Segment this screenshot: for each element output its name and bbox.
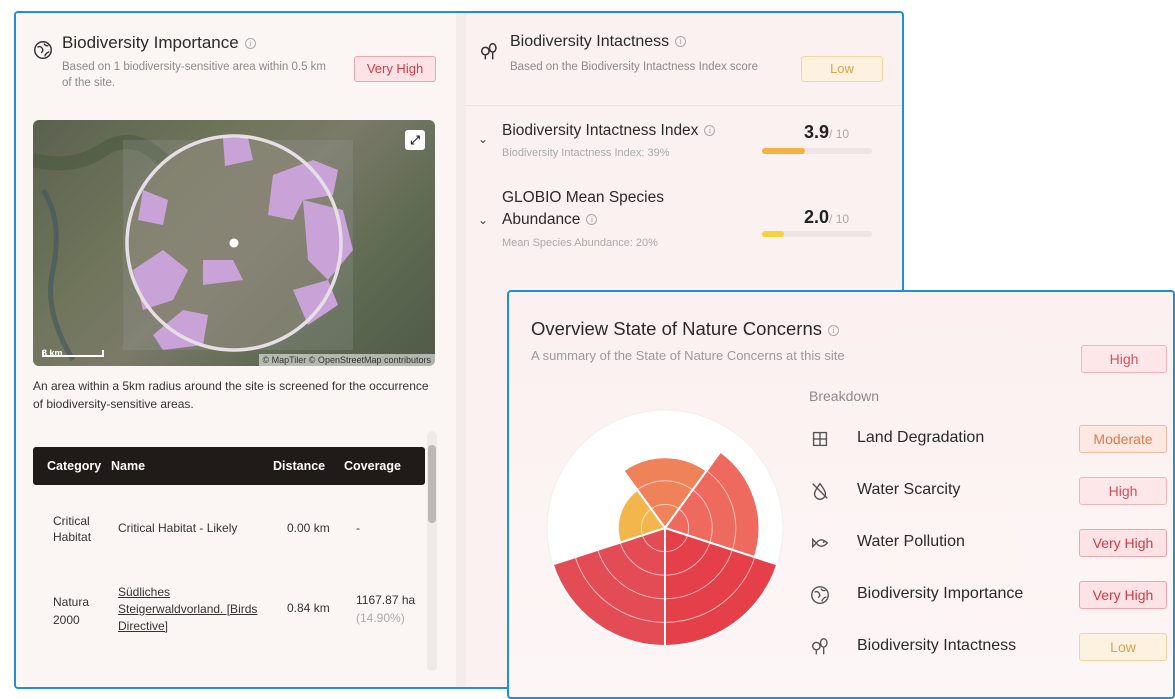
breakdown-item-label: Biodiversity Intactness	[857, 637, 1017, 654]
chevron-down-icon[interactable]: ⌄	[478, 132, 488, 146]
importance-title: Biodiversity Importance i	[62, 33, 256, 53]
trees-icon	[481, 43, 497, 60]
cell-name-link[interactable]: Südliches Steigerwaldvorland. [Birds Dir…	[118, 584, 273, 635]
breakdown-badge: Very High	[1079, 529, 1167, 557]
col-distance[interactable]: Distance	[273, 459, 325, 473]
table-row: Natura 2000 Südliches Steigerwaldvorland…	[33, 567, 425, 667]
sensitive-areas-map[interactable]: 3 km ⤢ © MapTiler © OpenStreetMap contri…	[33, 120, 435, 366]
expand-icon[interactable]: ⤢	[405, 130, 425, 150]
map-imagery	[33, 134, 353, 362]
cell-distance: 0.84 km	[287, 601, 330, 615]
col-category[interactable]: Category	[47, 459, 101, 473]
screening-description: An area within a 5km radius around the s…	[33, 379, 429, 411]
scrollbar-thumb[interactable]	[428, 445, 436, 523]
breakdown-badge: Very High	[1079, 581, 1167, 609]
map-scale-label: 3 km	[42, 348, 63, 358]
progress-fill	[762, 148, 805, 154]
cell-coverage: 1167.87 ha	[356, 593, 416, 607]
breakdown-label: Breakdown	[809, 388, 880, 404]
col-coverage[interactable]: Coverage	[344, 459, 401, 473]
importance-subtitle: Based on 1 biodiversity-sensitive area w…	[62, 61, 326, 89]
breakdown-item-label: Land Degradation	[857, 429, 985, 446]
progress-fill	[762, 231, 784, 237]
info-icon[interactable]: i	[828, 325, 839, 336]
info-icon[interactable]: i	[586, 214, 598, 225]
table-header: Category Name Distance Coverage	[33, 447, 425, 485]
metric-sub: Biodiversity Intactness Index: 39%	[502, 147, 670, 159]
table-row: Critical Habitat Critical Habitat - Like…	[33, 485, 425, 567]
breakdown-item-label: Water Pollution	[857, 533, 965, 550]
metric-progress-bar	[762, 231, 872, 237]
info-icon[interactable]: i	[704, 125, 716, 136]
cell-category: Critical Habitat	[53, 514, 92, 544]
no-water-drop-icon	[812, 482, 828, 500]
cell-category: Natura 2000	[53, 595, 90, 627]
state-of-nature-overview-panel: Overview State of Nature Concerns i A sum…	[507, 290, 1175, 699]
info-icon[interactable]: i	[244, 38, 256, 49]
metric-bii[interactable]: ⌄ Biodiversity Intactness Index i Biodive…	[466, 105, 902, 169]
concerns-rose-chart	[546, 409, 784, 648]
grid-icon	[812, 431, 828, 447]
overview-subtitle: A summary of the State of Nature Concern…	[531, 348, 845, 363]
overview-title: Overview State of Nature Concerns i	[531, 318, 839, 340]
breakdown-badge: Low	[1079, 633, 1167, 661]
metric-score: 2.0/ 10	[804, 207, 850, 227]
trees-icon	[812, 638, 828, 655]
table-scrollbar[interactable]	[427, 431, 437, 671]
map-attribution: © MapTiler © OpenStreetMap contributors	[258, 354, 435, 366]
info-icon[interactable]: i	[675, 36, 687, 47]
leaf-globe-icon	[34, 41, 52, 59]
cell-coverage: -	[356, 521, 360, 535]
leaf-globe-icon	[811, 586, 829, 604]
fish-icon	[811, 537, 829, 549]
importance-badge: Very High	[354, 56, 436, 82]
breakdown-badge: Moderate	[1079, 425, 1167, 453]
metric-globio-msa[interactable]: ⌄ GLOBIO Mean Species Abundance i Mean Sp…	[466, 175, 902, 265]
metric-progress-bar	[762, 148, 872, 154]
breakdown-badge: High	[1079, 477, 1167, 505]
intactness-badge: Low	[801, 56, 883, 82]
breakdown-item-label: Water Scarcity	[857, 481, 961, 498]
column-divider	[456, 13, 466, 687]
overview-badge: High	[1081, 345, 1167, 373]
metric-title: Biodiversity Intactness Index i	[502, 120, 716, 142]
col-name[interactable]: Name	[111, 459, 145, 473]
metric-score: 3.9/ 10	[804, 122, 850, 142]
metric-title: GLOBIO Mean Species Abundance i	[502, 189, 664, 228]
metric-sub: Mean Species Abundance: 20%	[502, 237, 658, 249]
biodiversity-importance-section: Biodiversity Importance i Based on 1 biod…	[16, 13, 456, 687]
chevron-down-icon[interactable]: ⌄	[478, 213, 488, 227]
cell-name: Critical Habitat - Likely	[118, 521, 238, 535]
intactness-subtitle: Based on the Biodiversity Intactness Ind…	[510, 61, 759, 73]
sensitive-areas-table: Category Name Distance Coverage Critical…	[33, 447, 425, 667]
cell-distance: 0.00 km	[287, 521, 330, 535]
breakdown-item-label: Biodiversity Importance	[857, 585, 1024, 602]
cell-coverage-pct: (14.90%)	[356, 611, 405, 625]
intactness-title: Biodiversity Intactness i	[510, 33, 687, 51]
